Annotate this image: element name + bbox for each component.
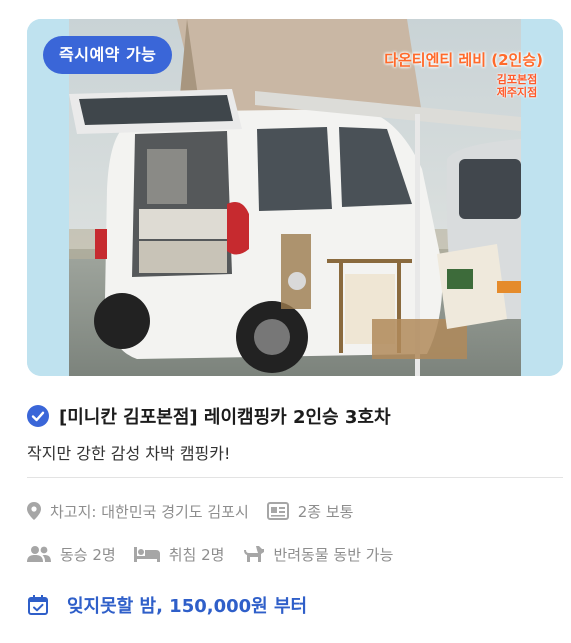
detail-row-1: 차고지: 대한민국 경기도 김포시 2종 보통 (27, 499, 371, 523)
bed-icon (133, 547, 160, 562)
listing-title[interactable]: [미니칸 김포본점] 레이캠핑카 2인승 3호차 (59, 403, 391, 429)
passenger-count-text: 동승 2명 (60, 545, 116, 564)
id-card-icon (266, 502, 289, 520)
garage-location-text: 차고지: 대한민국 경기도 김포시 (50, 502, 249, 521)
location-pin-icon (27, 502, 41, 520)
listing-subtitle: 작지만 강한 감성 차박 캠핑카! (27, 444, 231, 463)
license-type-text: 2종 보통 (297, 502, 354, 521)
detail-row-2: 동승 2명 취침 2명 반려동물 동반 가능 (27, 542, 411, 566)
dog-icon (244, 546, 265, 562)
pet-friendly: 반려동물 동반 가능 (242, 544, 393, 565)
price-row: 잊지못할 밤, 150,000원 부터 (27, 591, 307, 619)
check-circle-icon (27, 405, 49, 427)
vehicle-photo[interactable]: 즉시예약 가능 다온티엔티 레비 (2인승) 김포본점 제주지점 (27, 19, 563, 376)
sleeping-capacity-text: 취침 2명 (168, 545, 225, 564)
people-icon (27, 546, 51, 562)
calendar-check-icon (28, 595, 48, 615)
passenger-count: 동승 2명 (27, 544, 116, 565)
garage-location: 차고지: 대한민국 경기도 김포시 (27, 501, 249, 522)
camping-car-card[interactable]: 즉시예약 가능 다온티엔티 레비 (2인승) 김포본점 제주지점 [미니칸 김포… (0, 0, 571, 643)
license-type: 2종 보통 (266, 501, 354, 522)
branch-logo-overlay: 김포본점 제주지점 (493, 73, 541, 99)
listing-title-row: [미니칸 김포본점] 레이캠핑카 2인승 3호차 (27, 402, 391, 430)
instant-booking-badge: 즉시예약 가능 (43, 36, 173, 74)
branch-logo-line1: 김포본점 (496, 73, 538, 86)
price-text: 잊지못할 밤, 150,000원 부터 (67, 596, 308, 617)
sleeping-capacity: 취침 2명 (133, 544, 225, 565)
vehicle-model-overlay: 다온티엔티 레비 (2인승) (384, 51, 543, 69)
branch-logo-line2: 제주지점 (496, 86, 538, 99)
divider (27, 477, 563, 478)
pet-friendly-text: 반려동물 동반 가능 (273, 545, 394, 564)
